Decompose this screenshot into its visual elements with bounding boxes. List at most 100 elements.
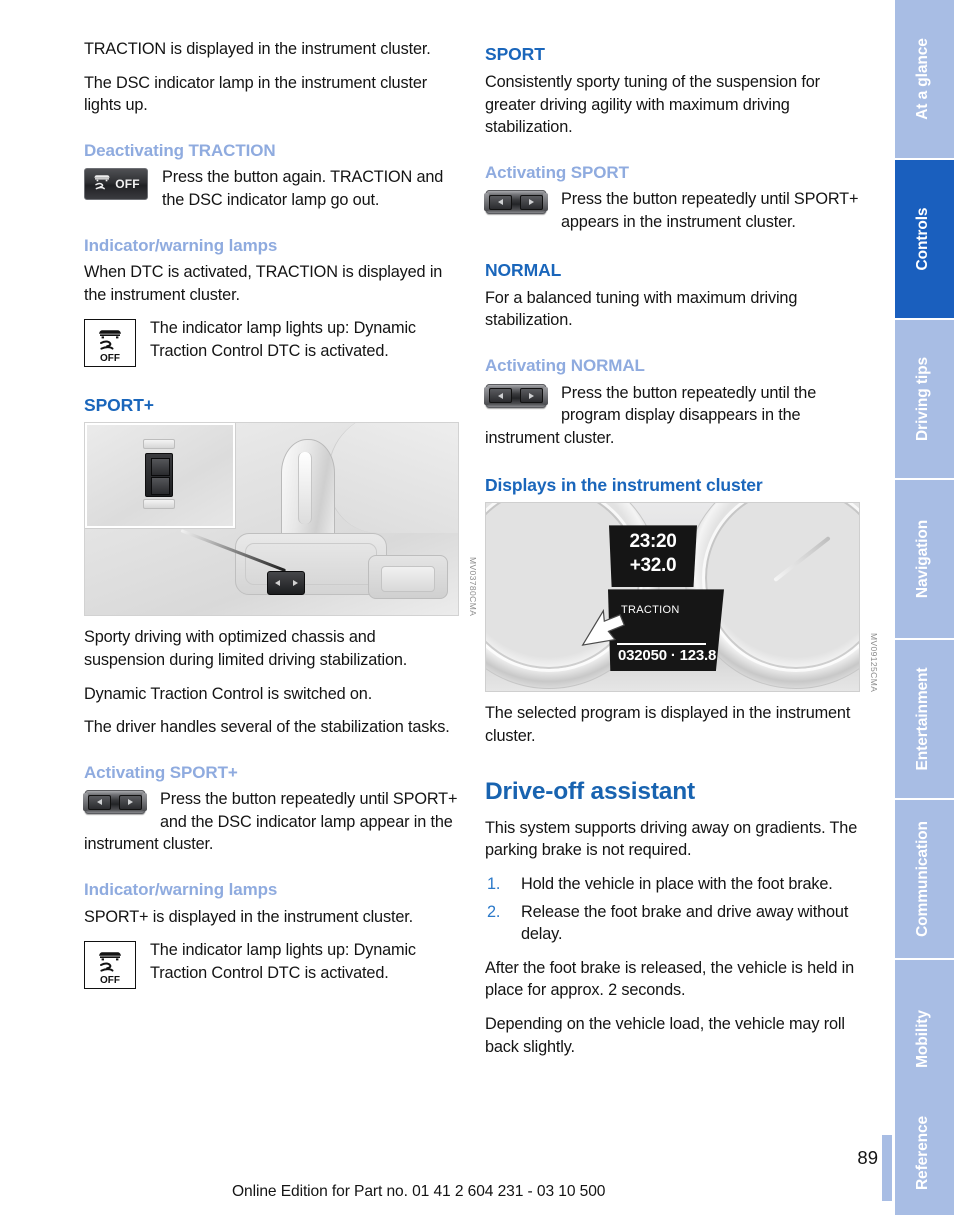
rocker-right-arrow-icon bbox=[529, 199, 534, 206]
rocker-right-arrow-icon bbox=[529, 392, 534, 399]
indicator-lamps-1-paragraph: When DTC is activated, TRACTION is displ… bbox=[84, 263, 443, 304]
indicator-lamps-2-paragraph: SPORT+ is displayed in the instrument cl… bbox=[84, 907, 413, 926]
step-text: Hold the vehicle in place with the foot … bbox=[521, 874, 833, 893]
svg-text:OFF: OFF bbox=[100, 353, 120, 363]
heading-indicator-warning-lamps-2: Indicator/warning lamps bbox=[84, 880, 278, 900]
sidebar-tab-label: Mobility bbox=[914, 1010, 931, 1068]
sidebar-tab-at-a-glance[interactable]: At a glance bbox=[892, 0, 954, 158]
sidebar-tab-controls[interactable]: Controls bbox=[892, 160, 954, 318]
sidebar-tab-reference[interactable]: Reference bbox=[892, 1090, 954, 1215]
page-edge-marker bbox=[882, 1135, 892, 1201]
sidebar-tab-label: Communication bbox=[914, 821, 931, 937]
drive-off-paragraph-1: This system supports driving away on gra… bbox=[485, 818, 858, 860]
driving-dynamics-rocker-icon-sport bbox=[484, 190, 548, 215]
inset-upper-trim bbox=[143, 439, 175, 450]
tab-edge bbox=[892, 0, 895, 158]
rocker-right-pad bbox=[119, 794, 142, 810]
heading-drive-off-assistant: Drive-off assistant bbox=[485, 777, 695, 805]
sidebar-tab-label: At a glance bbox=[914, 38, 931, 120]
activating-sport-plus-block: Press the button repeatedly until SPORT+… bbox=[83, 788, 459, 856]
rocker-right-endcap bbox=[543, 193, 548, 212]
heading-normal: NORMAL bbox=[485, 259, 562, 280]
deactivating-traction-block: OFF Press the button again. TRACTION and… bbox=[84, 166, 459, 211]
inset-switch-shape bbox=[145, 453, 173, 498]
cluster-time: 23:20 bbox=[629, 531, 677, 553]
heading-displays-in-cluster: Displays in the instrument cluster bbox=[485, 475, 763, 496]
rocker-left-endcap bbox=[484, 386, 489, 405]
indicator-lamp-2-text: The indicator lamp lights up: Dynamic Tr… bbox=[150, 941, 416, 982]
manual-page: TRACTION is displayed in the instrument … bbox=[0, 0, 954, 1215]
indicator-lamp-block-2: OFF The indicator lamp lights up: Dynami… bbox=[84, 939, 459, 991]
sidebar-tab-label: Controls bbox=[914, 207, 931, 271]
rocker-left-pad bbox=[489, 388, 512, 403]
sidebar-tab-navigation[interactable]: Navigation bbox=[892, 480, 954, 638]
rocker-right-endcap bbox=[142, 793, 147, 812]
activating-normal-block: Press the button repeatedly until the pr… bbox=[484, 382, 860, 450]
list-item: 1. Hold the vehicle in place with the fo… bbox=[485, 873, 860, 896]
tab-edge bbox=[892, 640, 895, 798]
intro-paragraph-1: TRACTION is displayed in the instrument … bbox=[84, 40, 431, 58]
heading-sport-plus: SPORT+ bbox=[84, 395, 154, 416]
seat-shape bbox=[328, 423, 458, 534]
normal-paragraph: For a balanced tuning with maximum drivi… bbox=[485, 288, 798, 330]
sidebar-tab-label: Entertainment bbox=[914, 667, 931, 771]
page-number: 89 bbox=[857, 1147, 878, 1168]
tab-edge bbox=[892, 160, 895, 318]
tab-edge bbox=[892, 480, 895, 638]
rocker-left-pad bbox=[88, 794, 111, 810]
cluster-program-text: TRACTION bbox=[621, 604, 680, 617]
sport-plus-paragraph-3: The driver handles several of the stabil… bbox=[84, 718, 450, 737]
tab-edge bbox=[892, 800, 895, 958]
step-number: 1. bbox=[487, 874, 501, 893]
intro-paragraph-2: The DSC indicator lamp in the instrument… bbox=[84, 73, 427, 115]
rocker-left-endcap bbox=[484, 193, 489, 212]
sidebar-tab-communication[interactable]: Communication bbox=[892, 800, 954, 958]
dsc-car-skid-icon bbox=[92, 171, 112, 198]
cluster-temperature: +32.0 bbox=[629, 555, 677, 577]
heading-sport: SPORT bbox=[485, 44, 545, 64]
instrument-cluster-illustration: 23:20 +32.0 TRACTION 032050 · 123.8 bbox=[485, 502, 860, 693]
activating-sport-block: Press the button repeatedly until SPORT+… bbox=[484, 188, 860, 233]
svg-text:OFF: OFF bbox=[100, 975, 120, 985]
rocker-right-endcap bbox=[543, 386, 548, 405]
section-tab-rail: At a glance Controls Driving tips Naviga… bbox=[892, 0, 954, 1215]
sidebar-tab-label: Navigation bbox=[914, 519, 931, 599]
indicator-lamp-block-1: OFF The indicator lamp lights up: Dynami… bbox=[84, 317, 459, 369]
tab-edge bbox=[892, 1090, 895, 1215]
rocker-left-arrow-icon bbox=[498, 199, 503, 206]
inset-lower-trim bbox=[143, 499, 175, 510]
tab-edge bbox=[892, 320, 895, 478]
driving-dynamics-rocker-icon-normal bbox=[484, 383, 548, 408]
footer-edition-text: Online Edition for Part no. 01 41 2 604 … bbox=[232, 1183, 606, 1200]
switch-detail-inset bbox=[85, 423, 236, 530]
rocker-right-arrow-icon bbox=[128, 799, 133, 806]
sport-plus-paragraph-1: Sporty driving with optimized chassis an… bbox=[84, 628, 408, 669]
dial-ring bbox=[702, 503, 859, 673]
cluster-lcd-top: 23:20 +32.0 bbox=[609, 525, 697, 588]
heading-activating-normal: Activating NORMAL bbox=[485, 355, 645, 375]
dsc-off-button-label: OFF bbox=[115, 177, 140, 192]
sidebar-tab-label: Reference bbox=[914, 1115, 931, 1190]
drive-off-steps: 1. Hold the vehicle in place with the fo… bbox=[485, 873, 860, 946]
heading-activating-sport: Activating SPORT bbox=[485, 162, 629, 182]
figure-code-cluster: MV09125CMA bbox=[869, 633, 879, 693]
sport-paragraph: Consistently sporty tuning of the suspen… bbox=[485, 73, 820, 137]
rocker-right-pad bbox=[520, 194, 543, 210]
left-column: TRACTION is displayed in the instrument … bbox=[83, 38, 478, 1002]
heading-activating-sport-plus: Activating SPORT+ bbox=[84, 762, 238, 782]
figure-code-console: MV03780CMA bbox=[468, 557, 478, 617]
dsc-off-button-icon: OFF bbox=[84, 168, 148, 201]
dtc-off-lamp-icon: OFF bbox=[84, 319, 136, 368]
heading-deactivating-traction: Deactivating TRACTION bbox=[84, 140, 276, 160]
rocker-left-arrow-icon bbox=[97, 799, 102, 806]
shifter-boot-shape bbox=[235, 533, 387, 596]
sidebar-tab-driving-tips[interactable]: Driving tips bbox=[892, 320, 954, 478]
dtc-off-lamp-icon-2: OFF bbox=[84, 941, 136, 990]
switch-right-arrow-icon bbox=[292, 580, 298, 587]
rocker-left-pad bbox=[489, 194, 512, 210]
rocker-left-arrow-icon bbox=[498, 392, 503, 399]
right-column: SPORT Consistently sporty tuning of the … bbox=[484, 38, 879, 1069]
cluster-caption: The selected program is displayed in the… bbox=[485, 704, 851, 745]
figure-instrument-cluster: 23:20 +32.0 TRACTION 032050 · 123.8 MV09… bbox=[485, 502, 879, 693]
sidebar-tab-entertainment[interactable]: Entertainment bbox=[892, 640, 954, 798]
